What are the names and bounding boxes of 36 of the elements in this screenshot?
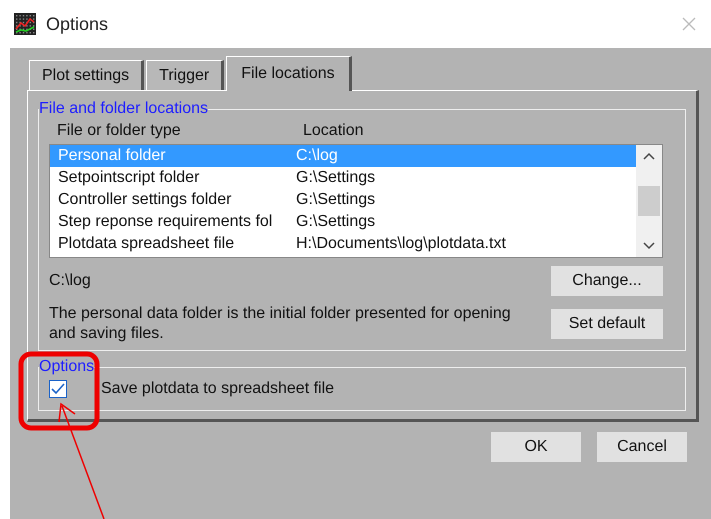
scroll-up-icon — [642, 151, 656, 161]
checkbox[interactable] — [49, 380, 67, 398]
location-cell: H:\Documents\log\plotdata.txt — [296, 235, 506, 253]
type-cell-text: Personal folder — [57, 147, 167, 165]
list-row[interactable]: Step reponse requirements fol G:\Settings — [50, 211, 636, 233]
location-cell: G:\Settings — [296, 169, 376, 187]
close-icon[interactable] — [681, 16, 697, 32]
column-header: File or folder type — [57, 122, 182, 141]
type-cell-text: Plotdata spreadsheet file — [57, 235, 236, 253]
group-title: Options — [39, 358, 94, 376]
scrollbar[interactable] — [636, 145, 662, 257]
scroll-thumb[interactable] — [638, 186, 660, 216]
window-title: Options — [46, 14, 108, 34]
list-row[interactable]: Plotdata spreadsheet file H:\Documents\log\plotdata.txt — [50, 233, 636, 255]
location-cell: G:\Settings — [296, 213, 376, 231]
list-row[interactable]: Setpointscript folder G:\Settings — [50, 167, 636, 189]
tab[interactable]: Plot settings — [29, 60, 144, 90]
location-cell: C:\log — [296, 147, 338, 165]
scroll-down-icon — [642, 241, 656, 251]
tab[interactable]: Trigger — [146, 60, 224, 90]
check-icon — [51, 383, 65, 395]
list-row[interactable]: Controller settings folder G:\Settings — [50, 189, 636, 211]
type-cell-text: Step reponse requirements fol — [57, 213, 274, 231]
app-icon — [14, 13, 36, 35]
dialog-button[interactable]: Cancel — [597, 432, 687, 462]
location-cell: G:\Settings — [296, 191, 376, 209]
dialog-button[interactable]: OK — [491, 432, 581, 462]
type-cell-text: Controller settings folder — [57, 191, 232, 209]
column-header: Location — [303, 122, 364, 141]
change-button[interactable]: Change... — [551, 266, 663, 296]
type-cell-text: Setpointscript folder — [57, 169, 200, 187]
tab[interactable]: File locations — [226, 56, 352, 91]
current-path: C:\log — [49, 272, 91, 290]
checkbox-label[interactable]: Save plotdata to spreadsheet file — [101, 380, 334, 398]
set-default-button[interactable]: Set default — [551, 309, 663, 339]
description-text: The personal data folder is the initial folder presented for opening and saving files. — [49, 304, 512, 344]
